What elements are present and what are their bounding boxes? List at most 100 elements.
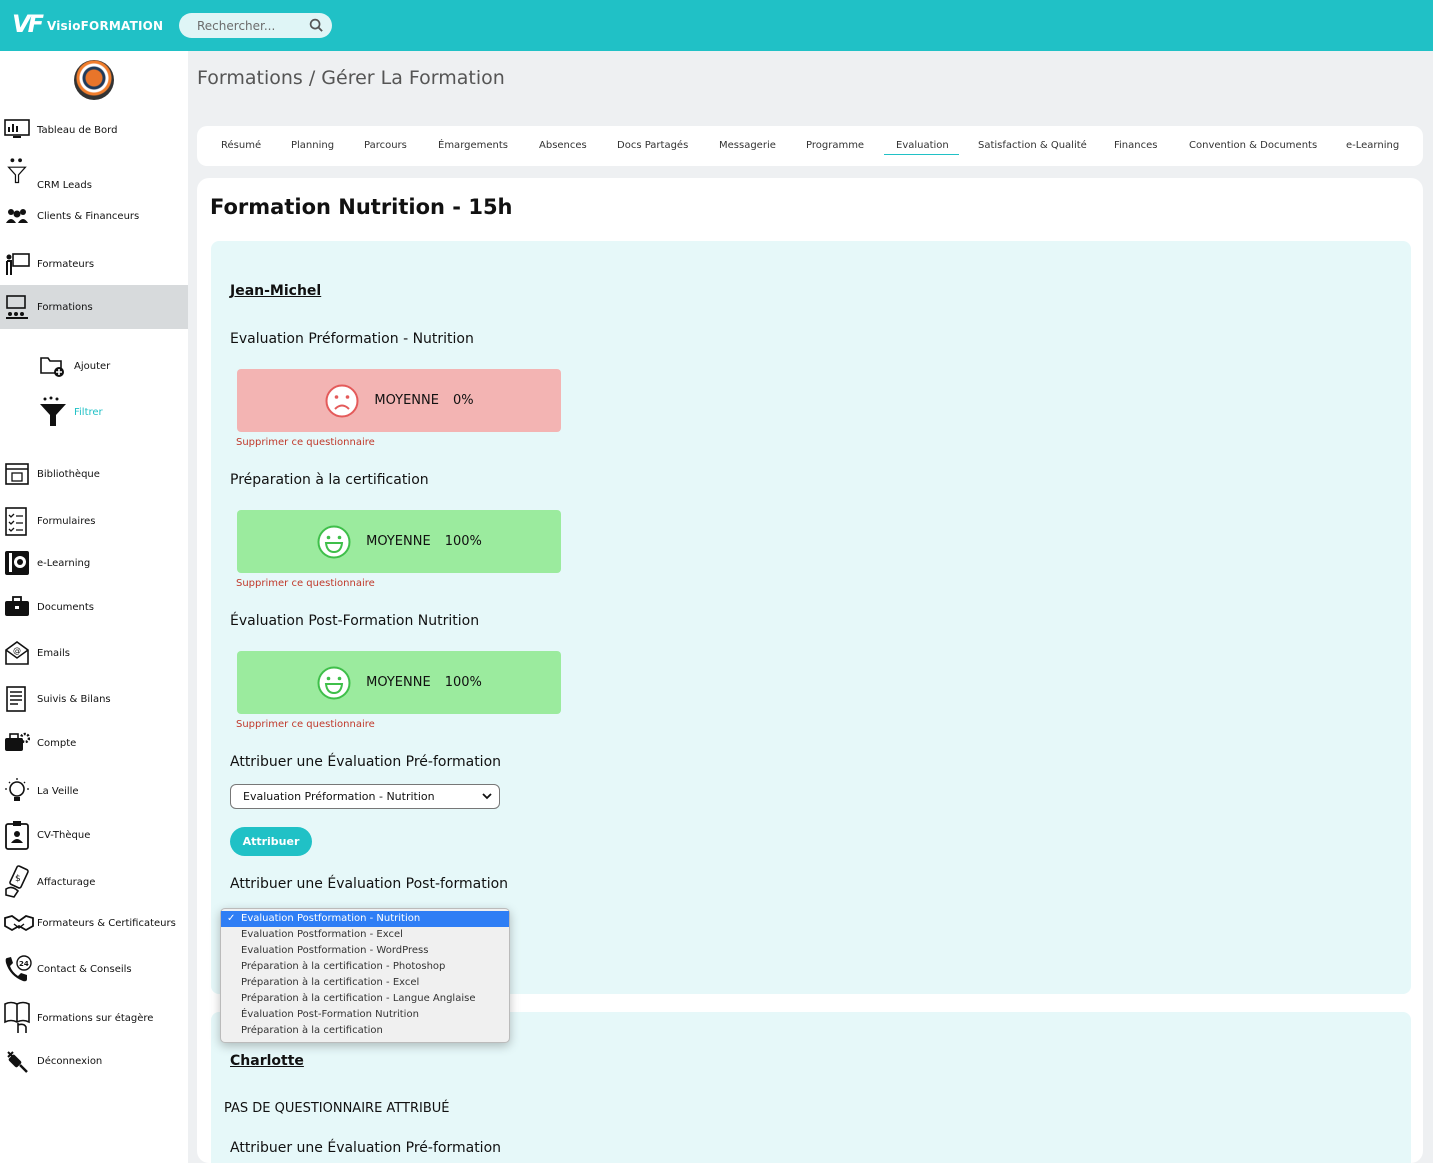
top-bar: VF VisioFORMATION — [0, 0, 1433, 51]
cv-badge-icon — [5, 821, 29, 850]
sidebar-item-label: Documents — [37, 601, 95, 613]
sidebar-item-emails[interactable]: @ Emails — [0, 638, 188, 668]
app-logo[interactable]: VF VisioFORMATION — [12, 10, 163, 38]
sidebar-item-formations-sur-etagere[interactable]: Formations sur étagère — [0, 999, 188, 1037]
sidebar-item-label: CV-Thèque — [37, 829, 91, 841]
dropdown-option[interactable]: Préparation à la certification - Photosh… — [221, 959, 509, 975]
tab-messagerie[interactable]: Messagerie — [719, 140, 776, 151]
search-icon[interactable] — [309, 18, 324, 33]
library-icon — [5, 463, 29, 485]
email-icon: @ — [5, 641, 29, 665]
happy-face-icon — [317, 666, 351, 699]
tab-planning[interactable]: Planning — [291, 140, 334, 151]
tab-e-learning[interactable]: e-Learning — [1346, 140, 1399, 151]
score-value: 100% — [444, 675, 482, 690]
sidebar-item-label: Suivis & Bilans — [37, 693, 111, 705]
sidebar-item-label: Filtrer — [74, 406, 103, 418]
post-evaluation-dropdown[interactable]: ✓ Evaluation Postformation - Nutrition E… — [220, 908, 510, 1043]
sidebar-item-suivis-bilans[interactable]: Suivis & Bilans — [0, 684, 188, 714]
average-label: MOYENNE — [366, 534, 431, 549]
filter-icon — [40, 396, 66, 426]
checkmark-icon: ✓ — [227, 913, 236, 924]
sidebar-item-compte[interactable]: Compte — [0, 730, 188, 756]
delete-questionnaire-link[interactable]: Supprimer ce questionnaire — [236, 437, 375, 448]
tab-programme[interactable]: Programme — [806, 140, 864, 151]
training-board-icon — [6, 295, 28, 319]
delete-questionnaire-link[interactable]: Supprimer ce questionnaire — [236, 578, 375, 589]
attribuer-button[interactable]: Attribuer — [230, 827, 312, 856]
dashboard-icon — [4, 119, 30, 138]
score-box-good[interactable]: MOYENNE 100% — [237, 510, 561, 573]
sidebar-item-label: Déconnexion — [37, 1055, 103, 1067]
elearning-icon — [5, 551, 29, 575]
tab-finances[interactable]: Finances — [1114, 140, 1157, 151]
form-checklist-icon — [5, 507, 27, 536]
add-folder-icon — [40, 357, 64, 377]
select-value: Evaluation Préformation - Nutrition — [243, 790, 435, 803]
dropdown-option[interactable]: Évaluation Post-Formation Nutrition — [221, 1007, 509, 1023]
sidebar-item-label: Tableau de Bord — [37, 124, 118, 136]
sidebar: Tableau de Bord CRM Leads Clients & Fina… — [0, 51, 188, 1163]
sidebar-item-label: Formateurs — [37, 258, 95, 270]
tab-parcours[interactable]: Parcours — [364, 140, 407, 151]
dropdown-option[interactable]: ✓ Evaluation Postformation - Nutrition — [221, 911, 509, 927]
sidebar-item-deconnexion[interactable]: Déconnexion — [0, 1045, 188, 1077]
lightbulb-icon — [5, 778, 29, 801]
sidebar-item-affacturage[interactable]: $ Affacturage — [0, 862, 188, 902]
sidebar-item-la-veille[interactable]: La Veille — [0, 776, 188, 806]
tab-satisfaction-qualite[interactable]: Satisfaction & Qualité — [978, 140, 1087, 151]
sidebar-item-crm-leads[interactable]: CRM Leads — [0, 156, 188, 196]
sad-face-icon — [325, 384, 359, 417]
dropdown-option[interactable]: Evaluation Postformation - Excel — [221, 927, 509, 943]
search-input[interactable] — [197, 18, 302, 33]
sidebar-item-clients-financeurs[interactable]: Clients & Financeurs — [0, 203, 188, 229]
pre-evaluation-select[interactable]: Evaluation Préformation - Nutrition — [230, 784, 500, 809]
delete-questionnaire-link[interactable]: Supprimer ce questionnaire — [236, 719, 375, 730]
money-hand-icon: $ — [5, 865, 29, 898]
assign-pre-title: Attribuer une Évaluation Pré-formation — [230, 754, 502, 770]
sidebar-item-filtrer[interactable]: Filtrer — [0, 396, 188, 428]
svg-text:@: @ — [13, 646, 21, 655]
evaluation-title: Evaluation Préformation - Nutrition — [230, 331, 474, 347]
sidebar-item-label: La Veille — [37, 785, 79, 797]
score-value: 100% — [444, 534, 482, 549]
student-name[interactable]: Jean-Michel — [230, 283, 321, 299]
sidebar-item-tableau-de-bord[interactable]: Tableau de Bord — [0, 115, 188, 145]
logo-mark: VF — [12, 10, 44, 38]
logo-text: VisioFORMATION — [46, 19, 164, 33]
sidebar-item-label: Formations — [37, 301, 93, 313]
sidebar-item-ajouter[interactable]: Ajouter — [0, 353, 188, 379]
chevron-down-icon — [482, 793, 492, 800]
tab-evaluation[interactable]: Evaluation — [884, 140, 959, 155]
organization-avatar[interactable] — [74, 60, 114, 100]
dropdown-option[interactable]: Préparation à la certification - Langue … — [221, 991, 509, 1007]
tab-bar: Résumé Planning Parcours Émargements Abs… — [197, 126, 1423, 166]
sidebar-item-e-learning[interactable]: e-Learning — [0, 548, 188, 578]
sidebar-item-formateurs[interactable]: Formateurs — [0, 250, 188, 278]
sidebar-item-label: CRM Leads — [37, 180, 92, 191]
student-card: Jean-Michel Evaluation Préformation - Nu… — [211, 241, 1411, 994]
handshake-icon — [4, 915, 34, 932]
trainer-icon — [6, 253, 30, 275]
sidebar-item-label: Emails — [37, 647, 70, 659]
formation-title: Formation Nutrition - 15h — [210, 195, 513, 219]
tab-convention-documents[interactable]: Convention & Documents — [1189, 140, 1317, 151]
sidebar-item-formateurs-certificateurs[interactable]: Formateurs & Certificateurs — [0, 908, 188, 938]
sidebar-item-bibliotheque[interactable]: Bibliothèque — [0, 461, 188, 487]
score-box-bad[interactable]: MOYENNE 0% — [237, 369, 561, 432]
score-box-good[interactable]: MOYENNE 100% — [237, 651, 561, 714]
sidebar-item-formations[interactable]: Formations — [0, 285, 188, 329]
sidebar-item-cv-theque[interactable]: CV-Thèque — [0, 818, 188, 852]
dropdown-option[interactable]: Préparation à la certification - Excel — [221, 975, 509, 991]
sidebar-item-contact-conseils[interactable]: 24 Contact & Conseils — [0, 951, 188, 987]
tab-resume[interactable]: Résumé — [221, 140, 261, 151]
sidebar-item-label: Formateurs & Certificateurs — [37, 917, 176, 929]
sidebar-item-documents[interactable]: Documents — [0, 594, 188, 620]
sidebar-item-formulaires[interactable]: Formulaires — [0, 503, 188, 539]
student-name[interactable]: Charlotte — [230, 1053, 304, 1069]
tab-emargements[interactable]: Émargements — [438, 140, 508, 151]
dropdown-option[interactable]: Evaluation Postformation - WordPress — [221, 943, 509, 959]
tab-absences[interactable]: Absences — [539, 140, 587, 151]
dropdown-option[interactable]: Préparation à la certification — [221, 1023, 509, 1039]
tab-docs-partages[interactable]: Docs Partagés — [617, 140, 688, 151]
